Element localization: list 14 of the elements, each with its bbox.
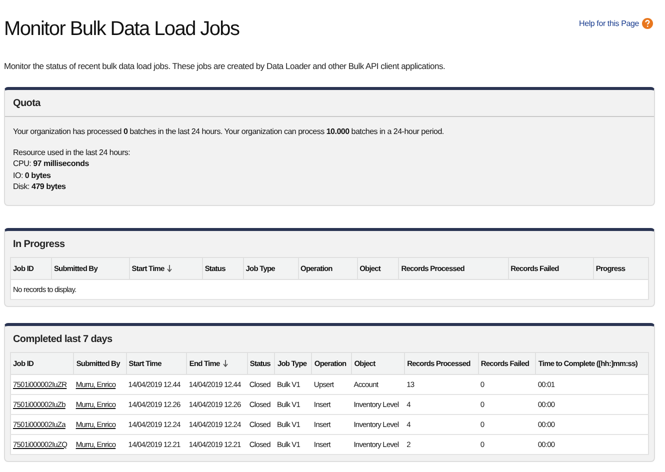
page-title: Monitor Bulk Data Load Jobs	[4, 18, 240, 41]
quota-summary: Your organization has processed 0 batches in the last 24 hours. Your organization can process 10.000 batches in a 24-hour period.	[12, 126, 445, 138]
help-icon	[642, 18, 653, 29]
sort-arrow-icon	[222, 360, 228, 366]
sort-arrow-icon	[167, 264, 172, 272]
resource-line: Disk: 479 bytes	[12, 181, 67, 192]
help-link[interactable]: Help for this Page	[579, 18, 653, 29]
resource-line: IO: 0 bytes	[12, 170, 52, 181]
panel-title: In Progress	[12, 238, 66, 252]
resource-line: Resource used in the last 24 hours:	[12, 146, 132, 158]
panel-title: Quota	[5, 90, 654, 117]
panel-title: Completed last 7 days	[12, 332, 114, 346]
resource-line: CPU: 97 milliseconds	[12, 158, 90, 170]
page-description: Monitor the status of recent bulk data load jobs. These jobs are created by Data Loader and other Bulk API client applications.	[4, 61, 446, 71]
